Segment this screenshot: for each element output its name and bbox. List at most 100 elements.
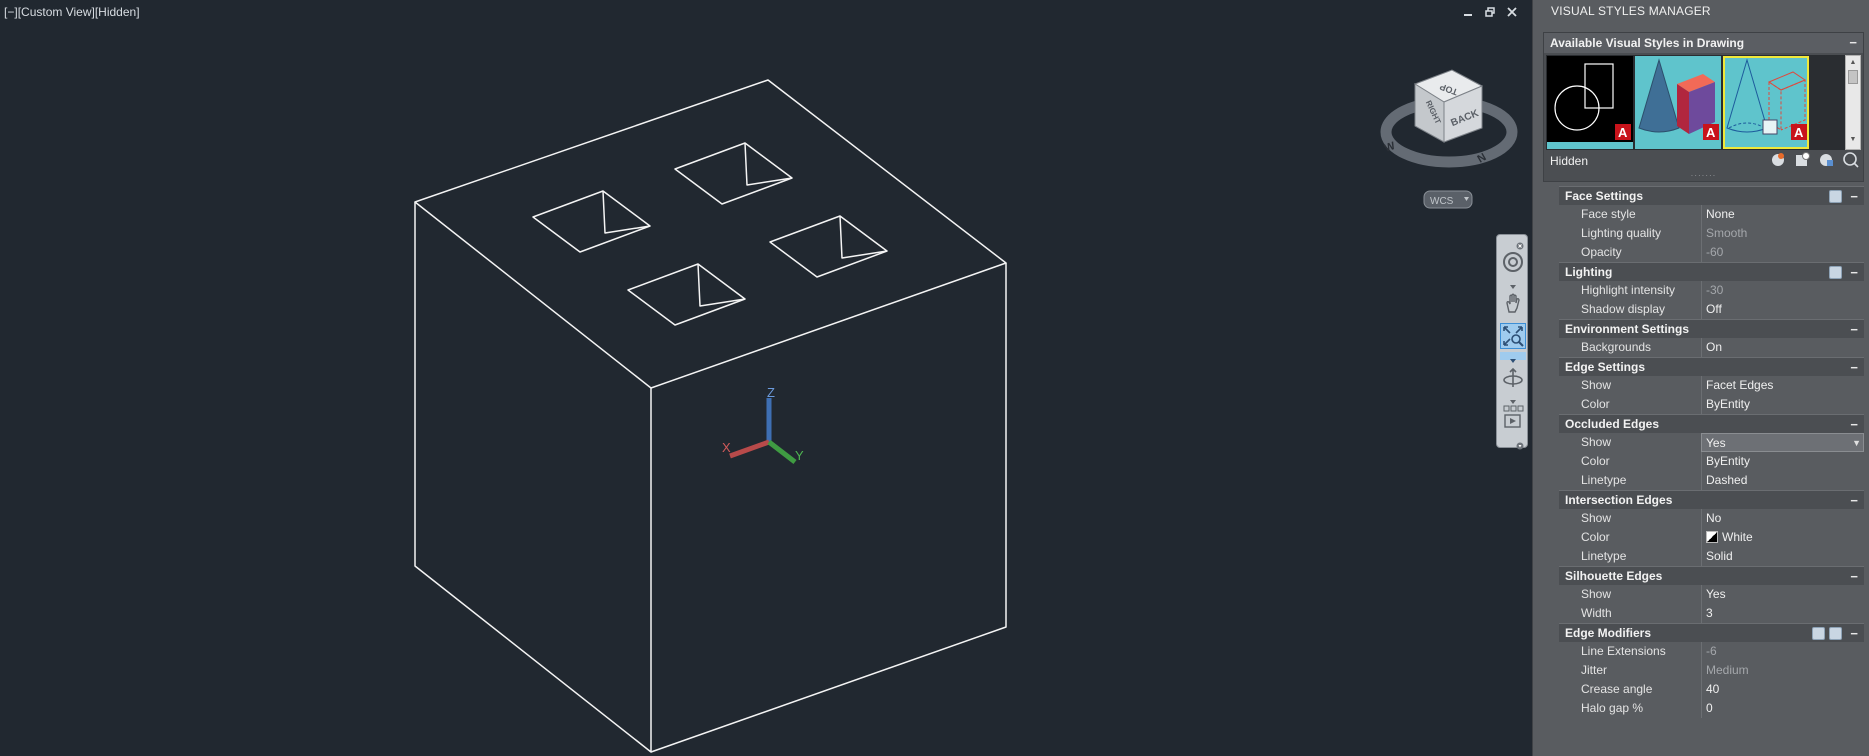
showmotion-icon[interactable] xyxy=(1500,403,1526,433)
property-row[interactable]: Linetype Dashed xyxy=(1559,471,1864,490)
property-row[interactable]: Lighting quality Smooth xyxy=(1559,224,1864,243)
export-tool-palette-icon[interactable] xyxy=(1818,151,1835,168)
pan-hand-icon[interactable] xyxy=(1500,290,1526,316)
property-row[interactable]: Shadow display Off xyxy=(1559,300,1864,319)
property-value[interactable]: 0 xyxy=(1701,699,1864,718)
property-row[interactable]: Show Yes ▼ xyxy=(1559,433,1864,452)
property-value[interactable]: Solid xyxy=(1701,547,1864,566)
collapse-icon[interactable]: − xyxy=(1850,263,1858,282)
navbar-close-icon[interactable] xyxy=(1516,237,1524,250)
zoom-dropdown-icon[interactable] xyxy=(1500,352,1526,363)
property-label: Show xyxy=(1581,435,1612,449)
property-value[interactable]: Medium xyxy=(1701,661,1864,680)
section-toggle-icon[interactable] xyxy=(1829,266,1842,279)
property-row[interactable]: Crease angle 40 xyxy=(1559,680,1864,699)
section-toggle-icon[interactable] xyxy=(1812,627,1825,640)
section-header-edge-modifiers[interactable]: Edge Modifiers − xyxy=(1559,623,1864,642)
property-value[interactable]: -60 xyxy=(1701,243,1864,262)
resize-grip[interactable]: ······· xyxy=(1544,172,1863,181)
property-value-text: On xyxy=(1706,340,1723,354)
property-row[interactable]: Show Facet Edges xyxy=(1559,376,1864,395)
property-value[interactable]: -6 xyxy=(1701,642,1864,661)
style-thumb-selected[interactable]: A xyxy=(1723,56,1809,149)
collapse-icon[interactable]: − xyxy=(1850,567,1858,586)
section-toggle-icon[interactable] xyxy=(1829,627,1842,640)
section-header-occluded-edges[interactable]: Occluded Edges − xyxy=(1559,414,1864,433)
model-scene[interactable]: Z X Y W N TOP RIGHT BACK WCS xyxy=(0,0,1532,756)
property-value-select[interactable]: Yes ▼ xyxy=(1701,433,1864,452)
style-thumb-realistic[interactable]: A xyxy=(1635,56,1721,149)
section-header-lighting[interactable]: Lighting − xyxy=(1559,262,1864,281)
section-header-environment-settings[interactable]: Environment Settings − xyxy=(1559,319,1864,338)
property-row[interactable]: Highlight intensity -30 xyxy=(1559,281,1864,300)
section-toggle-icon[interactable] xyxy=(1829,190,1842,203)
drawing-viewport[interactable]: [−][Custom View][Hidden] Z X Y W N TOP R… xyxy=(0,0,1532,756)
collapse-icon[interactable]: − xyxy=(1850,415,1858,434)
property-value[interactable]: -30 xyxy=(1701,281,1864,300)
navbar-options-icon[interactable] xyxy=(1516,437,1524,450)
property-label: Color xyxy=(1581,454,1610,468)
property-row[interactable]: Halo gap % 0 xyxy=(1559,699,1864,718)
property-value[interactable]: Facet Edges xyxy=(1701,376,1864,395)
section-header-intersection-edges[interactable]: Intersection Edges − xyxy=(1559,490,1864,509)
collapse-icon[interactable]: − xyxy=(1850,320,1858,339)
property-row[interactable]: Show No xyxy=(1559,509,1864,528)
style-thumb-hidden[interactable]: A xyxy=(1547,56,1633,149)
property-row[interactable]: Color White xyxy=(1559,528,1864,547)
collapse-icon[interactable]: − xyxy=(1850,491,1858,510)
section-header-face-settings[interactable]: Face Settings − xyxy=(1559,186,1864,205)
section-title: Edge Settings xyxy=(1565,360,1646,374)
thumbnails-scrollbar[interactable]: ▲ ▼ xyxy=(1845,55,1861,150)
property-value[interactable]: Dashed xyxy=(1701,471,1864,490)
orbit-icon[interactable] xyxy=(1500,365,1526,391)
property-value[interactable]: White xyxy=(1701,528,1864,547)
property-row[interactable]: Opacity -60 xyxy=(1559,243,1864,262)
create-style-icon[interactable] xyxy=(1770,151,1787,168)
property-value-text: -6 xyxy=(1706,644,1717,658)
property-row[interactable]: Face style None xyxy=(1559,205,1864,224)
property-value[interactable]: No xyxy=(1701,509,1864,528)
property-value[interactable]: Yes xyxy=(1701,585,1864,604)
property-row[interactable]: Color ByEntity xyxy=(1559,452,1864,471)
zoom-extents-icon[interactable] xyxy=(1500,323,1526,349)
property-value[interactable]: ByEntity xyxy=(1701,452,1864,471)
current-style-name: Hidden xyxy=(1550,154,1589,168)
apply-to-viewport-icon[interactable] xyxy=(1794,151,1811,168)
panel-title: VISUAL STYLES MANAGER xyxy=(1551,4,1711,18)
chevron-down-icon[interactable]: ▼ xyxy=(1852,434,1861,453)
property-row[interactable]: Linetype Solid xyxy=(1559,547,1864,566)
property-value[interactable]: On xyxy=(1701,338,1864,357)
property-label: Halo gap % xyxy=(1581,701,1644,715)
delete-style-icon[interactable] xyxy=(1842,151,1859,168)
property-value[interactable]: Off xyxy=(1701,300,1864,319)
collapse-icon[interactable]: − xyxy=(1850,187,1858,206)
property-value-text: None xyxy=(1706,207,1735,221)
property-value-text: Solid xyxy=(1706,549,1733,563)
property-row[interactable]: Jitter Medium xyxy=(1559,661,1864,680)
collapse-icon[interactable]: − xyxy=(1849,33,1857,53)
collapse-icon[interactable]: − xyxy=(1850,358,1858,377)
scroll-up-icon[interactable]: ▲ xyxy=(1846,56,1860,68)
steering-wheel-dropdown-icon[interactable] xyxy=(1508,278,1518,289)
property-row[interactable]: Show Yes xyxy=(1559,585,1864,604)
property-row[interactable]: Color ByEntity xyxy=(1559,395,1864,414)
section-header-edge-settings[interactable]: Edge Settings − xyxy=(1559,357,1864,376)
property-value[interactable]: Smooth xyxy=(1701,224,1864,243)
steering-wheel-icon[interactable] xyxy=(1500,249,1526,275)
property-row[interactable]: Backgrounds On xyxy=(1559,338,1864,357)
property-row[interactable]: Line Extensions -6 xyxy=(1559,642,1864,661)
property-value[interactable]: ByEntity xyxy=(1701,395,1864,414)
property-value[interactable]: None xyxy=(1701,205,1864,224)
collapse-icon[interactable]: − xyxy=(1850,624,1858,643)
scroll-thumb[interactable] xyxy=(1848,70,1858,84)
orbit-dropdown-icon[interactable] xyxy=(1508,393,1518,404)
property-value[interactable]: 3 xyxy=(1701,604,1864,623)
property-value[interactable]: 40 xyxy=(1701,680,1864,699)
property-label: Jitter xyxy=(1581,663,1608,677)
section-header-silhouette-edges[interactable]: Silhouette Edges − xyxy=(1559,566,1864,585)
viewcube[interactable]: W N TOP RIGHT BACK WCS xyxy=(1380,69,1518,209)
wcs-menu: WCS xyxy=(1430,196,1454,207)
property-row[interactable]: Width 3 xyxy=(1559,604,1864,623)
scroll-down-icon[interactable]: ▼ xyxy=(1846,133,1860,145)
property-label: Face style xyxy=(1581,207,1636,221)
